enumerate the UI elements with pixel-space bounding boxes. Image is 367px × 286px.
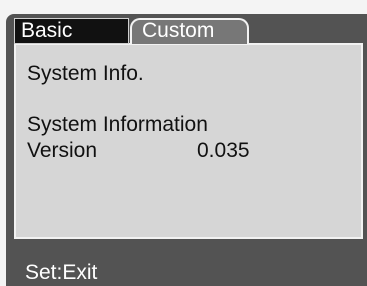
set-exit-hint: Set:Exit [25, 261, 98, 284]
system-info-panel: System Info. System Information Version … [14, 43, 363, 239]
tab-basic-label: Basic [21, 19, 73, 42]
panel-title: System Info. [27, 62, 144, 85]
tab-custom-label: Custom [142, 19, 215, 42]
tab-custom[interactable]: Custom [130, 18, 249, 44]
camera-menu-screen: Basic Custom System Info. System Informa… [0, 0, 367, 286]
tab-basic[interactable]: Basic [14, 18, 129, 44]
version-value: 0.035 [197, 139, 250, 162]
system-information-heading: System Information [27, 113, 208, 136]
version-label: Version [27, 139, 98, 162]
